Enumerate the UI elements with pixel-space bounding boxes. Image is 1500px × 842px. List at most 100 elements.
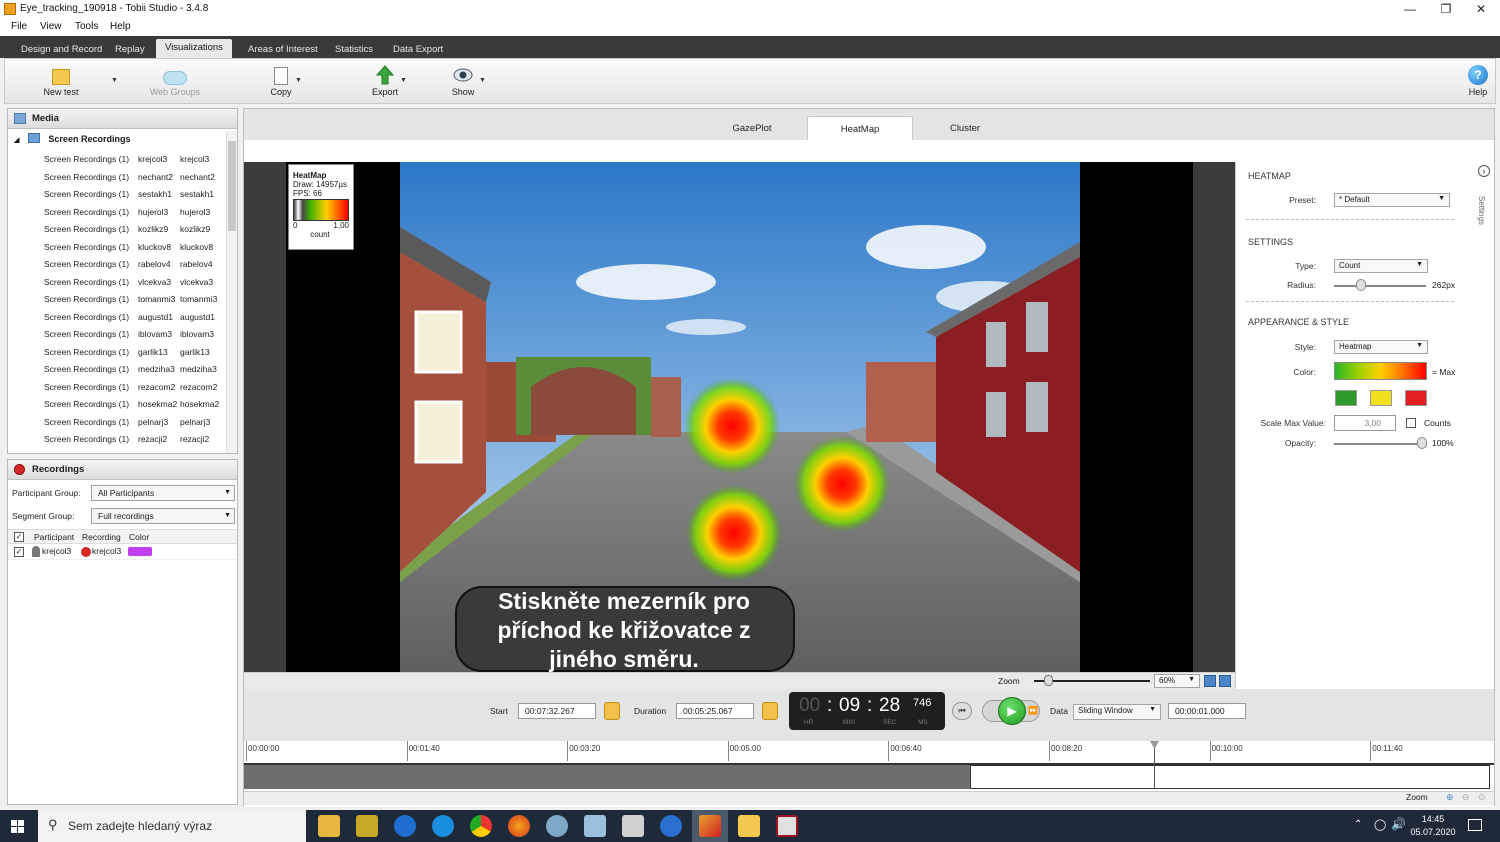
menu-view[interactable]: View [40, 21, 62, 32]
col-participant[interactable]: Participant [34, 532, 74, 542]
volume-icon[interactable]: 🔊 [1391, 817, 1406, 831]
firefox-icon[interactable] [508, 815, 530, 837]
timeline-selection[interactable] [970, 765, 1490, 789]
timeline-scrollbar[interactable] [244, 791, 1494, 805]
menu-tools[interactable]: Tools [75, 21, 98, 32]
media-list-item[interactable]: Screen Recordings (1) iblovam3 iblovam3 [44, 329, 230, 347]
actual-size-icon[interactable] [1219, 675, 1231, 687]
tab-visualizations[interactable]: Visualizations [156, 39, 232, 58]
scale-max-input[interactable]: 3,00 [1334, 415, 1396, 431]
copy-dropdown-icon[interactable]: ▼ [295, 77, 302, 84]
file-explorer-icon[interactable] [318, 815, 340, 837]
zoom-in-icon[interactable]: ⊕ [1446, 792, 1454, 803]
color-stop-red[interactable] [1405, 390, 1427, 406]
menu-file[interactable]: File [11, 21, 27, 32]
playhead-handle[interactable] [1150, 741, 1159, 749]
maximize-button[interactable]: ❐ [1428, 0, 1464, 18]
edge-icon[interactable] [394, 815, 416, 837]
media-list-item[interactable]: Screen Recordings (1) rezacji2 rezacji2 [44, 434, 230, 452]
color-stop-yellow[interactable] [1370, 390, 1392, 406]
settings-side-tab[interactable]: Settings [1477, 196, 1486, 236]
opacity-slider[interactable] [1334, 443, 1426, 445]
timeline[interactable]: 00:00:00 00:01:40 00:03:20 00:05:00 00:06:40… [244, 741, 1494, 807]
color-stop-green[interactable] [1335, 390, 1357, 406]
skip-back-icon[interactable]: ⏮ [952, 702, 972, 720]
recording-checkbox[interactable]: ✓ [14, 547, 24, 557]
media-list-item[interactable]: Screen Recordings (1) sestakh1 sestakh1 [44, 189, 230, 207]
show-hidden-icons[interactable]: ⌃ [1354, 819, 1362, 830]
media-scroll-thumb[interactable] [228, 141, 236, 231]
tab-cluster[interactable]: Cluster [927, 116, 1003, 140]
tab-gazeplot[interactable]: GazePlot [714, 116, 790, 140]
help-button[interactable]: ? Help [1463, 65, 1493, 97]
clock-time[interactable]: 14:45 [1413, 814, 1453, 824]
notifications-icon[interactable] [1468, 819, 1482, 831]
windows-start-icon[interactable] [11, 820, 24, 833]
color-gradient-bar[interactable] [1334, 362, 1427, 380]
calculator-icon[interactable] [622, 815, 644, 837]
media-list-item[interactable]: Screen Recordings (1) kozlikz9 kozlikz9 [44, 224, 230, 242]
media-list-item[interactable]: Screen Recordings (1) vlcekva3 vlcekva3 [44, 277, 230, 295]
media-list-item[interactable]: Screen Recordings (1) hujerol3 hujerol3 [44, 207, 230, 225]
media-list-item[interactable]: Screen Recordings (1) rabelov4 rabelov4 [44, 259, 230, 277]
style-select[interactable]: Heatmap ▼ [1334, 340, 1428, 354]
chrome-icon[interactable] [470, 815, 492, 837]
new-test-button[interactable]: New test [41, 65, 81, 97]
show-dropdown-icon[interactable]: ▼ [479, 77, 486, 84]
media-list-item[interactable]: Screen Recordings (1) pelnarj3 pelnarj3 [44, 417, 230, 435]
tobii-studio-icon[interactable] [699, 815, 721, 837]
screen-recordings-root[interactable]: ◢ Screen Recordings [14, 133, 130, 144]
select-all-checkbox[interactable]: ✓ [14, 532, 24, 542]
data-select[interactable]: Sliding Window ▼ [1073, 704, 1161, 720]
folder-app-icon[interactable] [356, 815, 378, 837]
media-list-item[interactable]: Screen Recordings (1) tomanmi3 tomanmi3 [44, 294, 230, 312]
tab-heatmap[interactable]: HeatMap [807, 116, 913, 140]
internet-explorer-icon[interactable] [432, 815, 454, 837]
minimize-button[interactable]: — [1392, 0, 1428, 18]
collapse-icon[interactable]: ◢ [14, 137, 19, 144]
preset-select[interactable]: * Default ▼ [1334, 193, 1450, 207]
radius-slider-thumb[interactable] [1356, 279, 1366, 291]
wifi-icon[interactable]: ◯ [1374, 818, 1386, 831]
opacity-slider-thumb[interactable] [1417, 437, 1427, 449]
copy-button[interactable]: Copy [267, 65, 295, 97]
type-select[interactable]: Count ▼ [1334, 259, 1428, 273]
tab-areas-of-interest[interactable]: Areas of Interest [239, 41, 327, 58]
lock-start-icon[interactable] [604, 702, 620, 720]
export-button[interactable]: Export [369, 65, 401, 97]
col-color[interactable]: Color [129, 532, 149, 542]
media-list-item[interactable]: Screen Recordings (1) nechant2 nechant2 [44, 172, 230, 190]
sticky-notes-icon[interactable] [738, 815, 760, 837]
participant-group-select[interactable]: All Participants ▼ [91, 485, 235, 501]
tab-statistics[interactable]: Statistics [326, 41, 382, 58]
recording-color-swatch[interactable] [128, 547, 152, 556]
media-list-item[interactable]: Screen Recordings (1) kluckov8 kluckov8 [44, 242, 230, 260]
media-list-item[interactable]: Screen Recordings (1) hosekma2 hosekma2 [44, 399, 230, 417]
clock-date[interactable]: 05.07.2020 [1409, 827, 1457, 837]
menu-help[interactable]: Help [110, 21, 131, 32]
export-dropdown-icon[interactable]: ▼ [400, 77, 407, 84]
media-list-item[interactable]: Screen Recordings (1) krejcol3 krejcol3 [44, 154, 230, 172]
close-button[interactable]: ✕ [1463, 0, 1499, 18]
duration-input[interactable]: 00:05:25.067 [676, 703, 754, 719]
zoom-select[interactable]: 60% ▼ [1154, 674, 1200, 688]
start-input[interactable]: 00:07:32.267 [518, 703, 596, 719]
segment-group-select[interactable]: Full recordings ▼ [91, 508, 235, 524]
zoom-slider-thumb[interactable] [1044, 675, 1053, 686]
show-button[interactable]: Show [449, 65, 477, 97]
lock-duration-icon[interactable] [762, 702, 778, 720]
taskbar-search[interactable]: ⚲ Sem zadejte hledaný výraz [38, 810, 306, 842]
media-list-item[interactable]: Screen Recordings (1) augustd1 augustd1 [44, 312, 230, 330]
tab-data-export[interactable]: Data Export [384, 41, 452, 58]
radius-slider[interactable] [1334, 285, 1426, 287]
teamviewer-icon[interactable] [660, 815, 682, 837]
gimp-icon[interactable] [546, 815, 568, 837]
media-list-item[interactable]: Screen Recordings (1) medziha3 medziha3 [44, 364, 230, 382]
notes-app-icon[interactable] [584, 815, 606, 837]
play-button[interactable]: ▶ [998, 697, 1026, 725]
media-list-item[interactable]: Screen Recordings (1) garlik13 garlik13 [44, 347, 230, 365]
window-size-input[interactable]: 00:00:01.000 [1168, 703, 1246, 719]
new-test-dropdown-icon[interactable]: ▼ [111, 77, 118, 84]
media-scrollbar[interactable] [226, 131, 237, 453]
web-groups-button[interactable]: Web Groups [147, 65, 203, 97]
